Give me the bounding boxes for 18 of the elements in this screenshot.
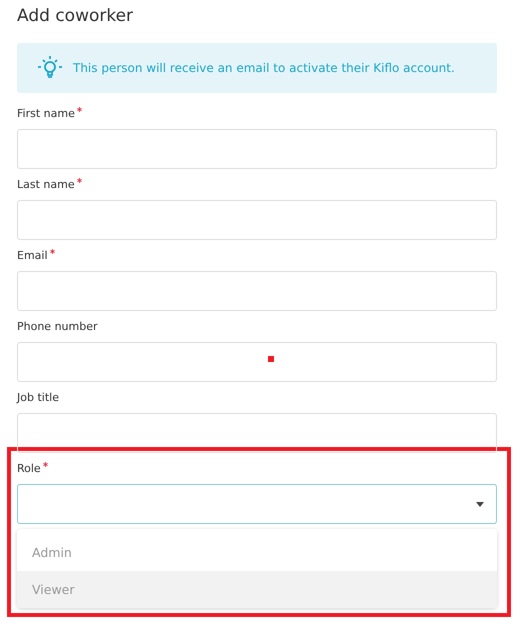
input-field[interactable]	[17, 200, 497, 240]
field-label: Role	[17, 462, 41, 475]
page-title: Add coworker	[17, 5, 134, 28]
caret-icon	[476, 502, 484, 506]
menu-option[interactable]: Viewer	[17, 571, 497, 608]
field-label: Last name	[17, 178, 75, 191]
input-field[interactable]	[17, 342, 497, 382]
input-field[interactable]	[17, 413, 497, 453]
input-field[interactable]	[17, 271, 497, 311]
field-label: Phone number	[17, 320, 98, 333]
menu-option[interactable]: Admin	[17, 534, 497, 571]
info-text: This person will receive an email to activate their Kiflo account.	[73, 61, 455, 75]
field-label: Email	[17, 249, 48, 262]
field-label: First name	[17, 107, 75, 120]
input-field[interactable]	[17, 129, 497, 169]
lightbulb-icon	[37, 55, 63, 81]
field-label: Job title	[17, 391, 59, 404]
select-field[interactable]	[17, 484, 497, 524]
